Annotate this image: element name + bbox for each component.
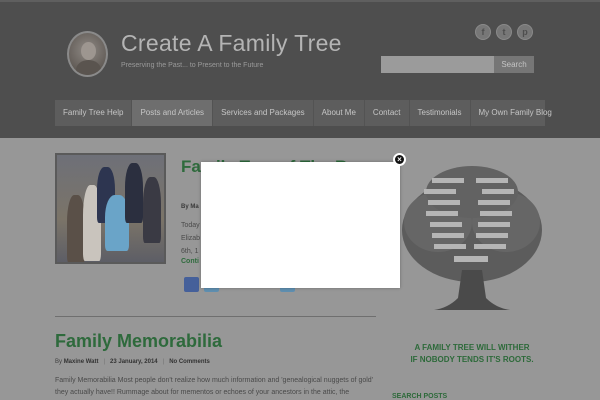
nav-item-about-me[interactable]: About Me	[314, 100, 365, 126]
continue-reading-link[interactable]: Conti	[181, 258, 199, 265]
nav-item-services-and-packages[interactable]: Services and Packages	[213, 100, 314, 126]
post-meta: By Maxine Watt | 23 January, 2014 | No C…	[55, 359, 210, 365]
post-author: By Maxine Watt	[55, 359, 98, 365]
photo-figure	[125, 163, 143, 223]
logo-face	[81, 42, 96, 60]
popup-modal[interactable]	[201, 162, 400, 288]
site-tagline: Preserving the Past... to Present to the…	[121, 62, 264, 69]
tree-quote-line: IF NOBODY TENDS IT'S ROOTS.	[410, 355, 534, 364]
twitter-icon[interactable]: t	[496, 24, 512, 40]
nav-item-contact[interactable]: Contact	[365, 100, 410, 126]
site-header: Create A Family Tree Preserving the Past…	[0, 0, 600, 138]
post-featured-image[interactable]	[55, 153, 166, 264]
post-date: 23 January, 2014	[110, 359, 158, 365]
facebook-share-icon[interactable]	[184, 277, 199, 292]
author-name[interactable]: Maxine Watt	[64, 359, 99, 365]
logo-body	[76, 60, 101, 75]
author-prefix: By	[55, 359, 63, 365]
post-byline: By Ma	[181, 204, 199, 210]
tree-quote: A FAMILY TREE WILL WITHER IF NOBODY TEND…	[392, 342, 552, 366]
site-logo[interactable]	[67, 31, 108, 77]
site-title[interactable]: Create A Family Tree	[121, 30, 342, 57]
tree-quote-line: A FAMILY TREE WILL WITHER	[414, 343, 530, 352]
photo-figure	[143, 177, 161, 243]
sidebar-heading: SEARCH POSTS	[392, 393, 448, 400]
post-comments-link[interactable]: No Comments	[169, 359, 210, 365]
nav-item-family-tree-help[interactable]: Family Tree Help	[55, 100, 133, 126]
nav-item-testimonials[interactable]: Testimonials	[410, 100, 471, 126]
pinterest-icon[interactable]: p	[517, 24, 533, 40]
search-input[interactable]	[381, 56, 494, 73]
meta-separator: |	[103, 359, 106, 365]
post-divider	[55, 316, 376, 317]
meta-separator: |	[162, 359, 165, 365]
nav-item-my-own-family-blog[interactable]: My Own Family Blog	[471, 100, 560, 126]
post-excerpt: Family Memorabilia Most people don't rea…	[55, 377, 374, 396]
close-icon[interactable]: ×	[393, 153, 406, 166]
post-title[interactable]: Family Memorabilia	[55, 331, 222, 352]
nav-item-posts-and-articles[interactable]: Posts and Articles	[132, 100, 214, 126]
facebook-icon[interactable]: f	[475, 24, 491, 40]
search-button[interactable]: Search	[494, 56, 534, 73]
main-nav: Family Tree Help Posts and Articles Serv…	[55, 100, 552, 126]
family-tree-illustration[interactable]	[398, 152, 546, 317]
